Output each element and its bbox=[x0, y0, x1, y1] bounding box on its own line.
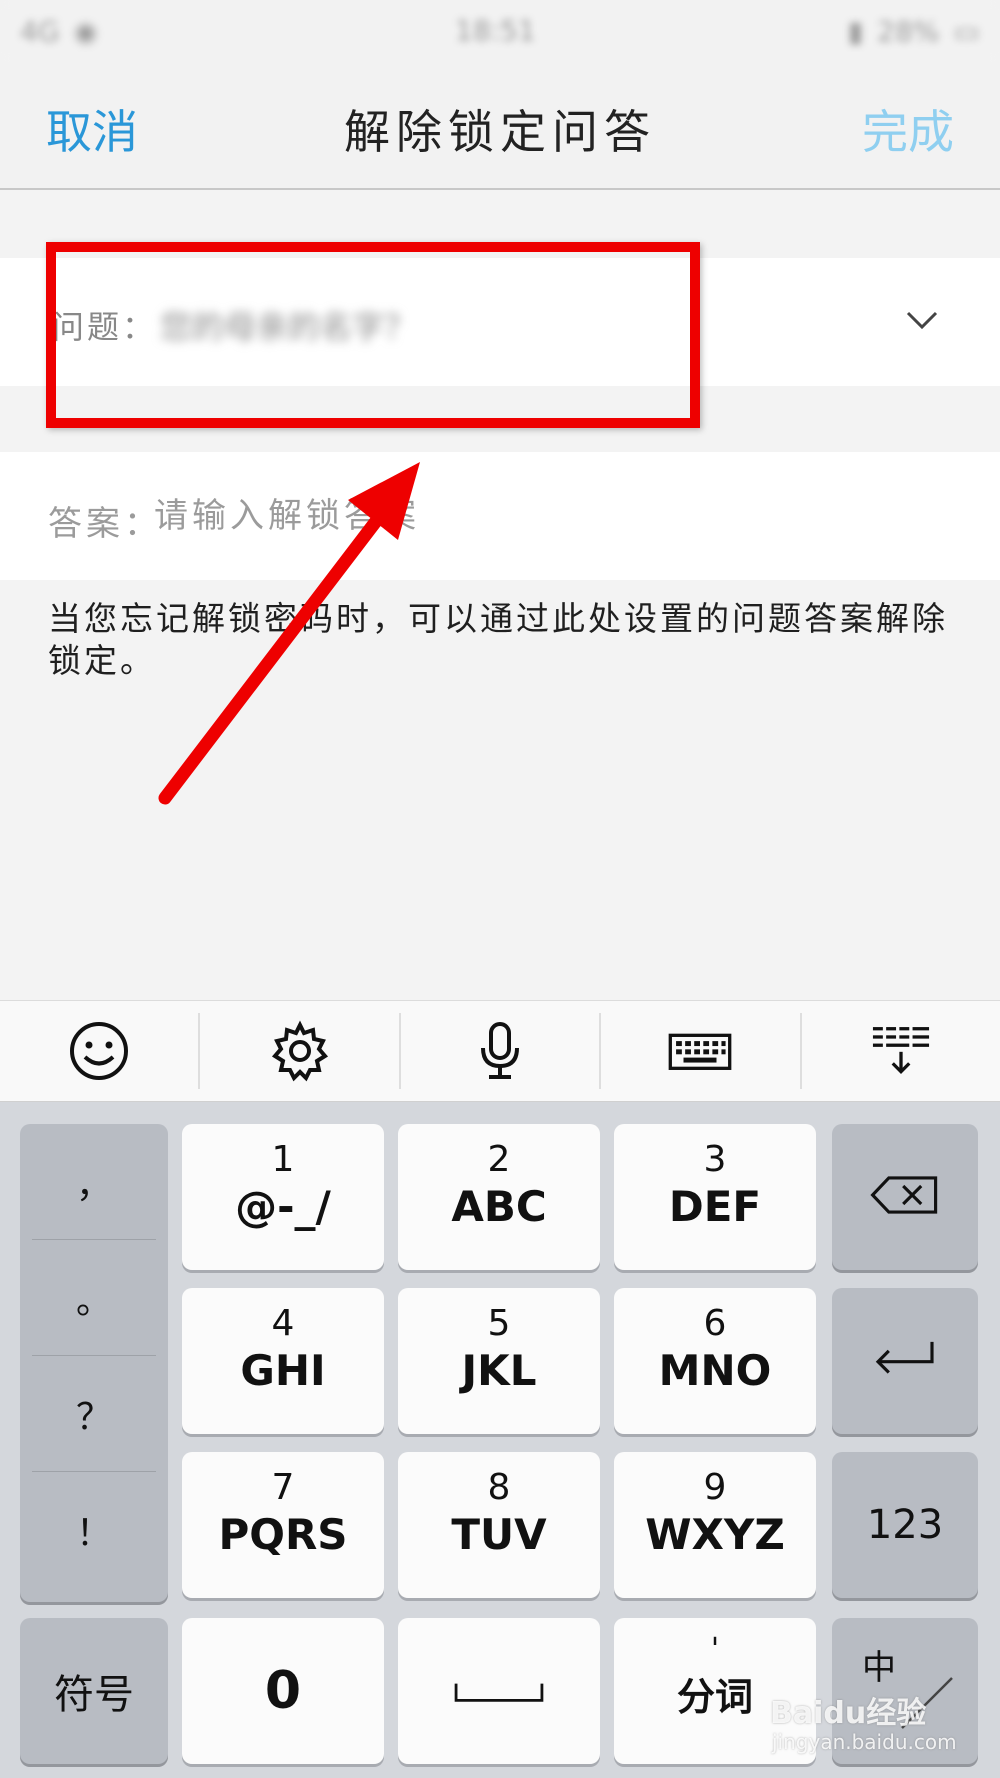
symbol-key[interactable]: 符号 bbox=[20, 1618, 168, 1764]
key-0-label: 0 bbox=[264, 1661, 302, 1721]
microphone-icon bbox=[481, 1022, 520, 1079]
key-letters: JKL bbox=[461, 1346, 537, 1395]
status-bar: 4G ◉ 18:51 ▮ 28% ▭ bbox=[0, 0, 1000, 62]
signal-icon: ▮ bbox=[847, 14, 864, 48]
settings-button[interactable] bbox=[200, 1013, 401, 1089]
key-2[interactable]: 2 ABC bbox=[398, 1124, 600, 1270]
keyboard-toolbar bbox=[0, 1000, 1000, 1102]
key-1[interactable]: 1 @-_/ bbox=[182, 1124, 384, 1270]
highlight-box bbox=[46, 242, 700, 428]
key-period[interactable]: 。 bbox=[32, 1240, 156, 1356]
key-number: 8 bbox=[487, 1467, 511, 1508]
key-number: 1 bbox=[271, 1139, 295, 1180]
hint-text: 当您忘记解锁密码时，可以通过此处设置的问题答案解除锁定。 bbox=[48, 599, 948, 680]
key-letters: ABC bbox=[451, 1182, 547, 1231]
key-letters: GHI bbox=[240, 1346, 326, 1395]
key-number: 5 bbox=[487, 1303, 511, 1344]
enter-icon bbox=[875, 1341, 934, 1374]
key-4[interactable]: 4 GHI bbox=[182, 1288, 384, 1434]
key-number: 6 bbox=[703, 1303, 727, 1344]
key-exclamation[interactable]: ！ bbox=[32, 1472, 156, 1588]
key-8[interactable]: 8 TUV bbox=[398, 1452, 600, 1598]
status-left: 4G ◉ bbox=[20, 15, 98, 48]
chevron-down-icon[interactable] bbox=[902, 300, 942, 340]
nav-bar: 取消 解除锁定问答 完成 bbox=[0, 62, 1000, 190]
key-letters: @-_/ bbox=[235, 1182, 331, 1231]
key-7[interactable]: 7 PQRS bbox=[182, 1452, 384, 1598]
collapse-keyboard-button[interactable] bbox=[802, 1013, 1000, 1089]
numeric-switch-key[interactable]: 123 bbox=[832, 1452, 978, 1598]
segment-mark: ' bbox=[710, 1632, 720, 1667]
key-letters: DEF bbox=[668, 1182, 762, 1231]
key-question[interactable]: ？ bbox=[32, 1356, 156, 1472]
keyboard-icon bbox=[669, 1033, 732, 1070]
key-letters: MNO bbox=[658, 1346, 772, 1395]
battery-text: 28% bbox=[877, 14, 940, 48]
answer-label: 答案： bbox=[48, 504, 162, 544]
page-title: 解除锁定问答 bbox=[344, 105, 656, 159]
collapse-keyboard-icon bbox=[872, 1027, 929, 1074]
key-letters: TUV bbox=[451, 1510, 547, 1559]
key-number: 3 bbox=[703, 1139, 727, 1180]
wifi-icon: ◉ bbox=[73, 14, 98, 48]
key-letters: PQRS bbox=[218, 1510, 348, 1559]
answer-row: 答案： bbox=[0, 452, 1000, 580]
key-number: 9 bbox=[703, 1467, 727, 1508]
key-5[interactable]: 5 JKL bbox=[398, 1288, 600, 1434]
key-3[interactable]: 3 DEF bbox=[614, 1124, 816, 1270]
punctuation-column: ， 。 ？ ！ bbox=[20, 1124, 168, 1602]
keyboard: ， 。 ？ ！ 1 @-_/ 2 ABC 3 DEF 4 GHI 5 JKL 6… bbox=[0, 1102, 1000, 1778]
answer-input[interactable] bbox=[152, 488, 552, 544]
keyboard-switch-button[interactable] bbox=[601, 1013, 802, 1089]
key-comma[interactable]: ， bbox=[32, 1124, 156, 1240]
space-key[interactable] bbox=[398, 1618, 600, 1764]
carrier-text: 4G bbox=[20, 14, 60, 48]
numeric-switch-label: 123 bbox=[866, 1502, 944, 1548]
backspace-icon bbox=[870, 1176, 938, 1214]
done-button[interactable]: 完成 bbox=[862, 96, 954, 162]
emoji-icon bbox=[70, 1022, 129, 1080]
backspace-key[interactable] bbox=[832, 1124, 978, 1270]
key-0[interactable]: 0 bbox=[182, 1618, 384, 1764]
space-icon bbox=[454, 1683, 544, 1702]
enter-key[interactable] bbox=[832, 1288, 978, 1434]
gear-icon bbox=[271, 1020, 328, 1082]
key-number: 2 bbox=[487, 1139, 511, 1180]
emoji-button[interactable] bbox=[0, 1013, 201, 1089]
voice-button[interactable] bbox=[401, 1013, 602, 1089]
key-9[interactable]: 9 WXYZ bbox=[614, 1452, 816, 1598]
symbol-key-label: 符号 bbox=[54, 1672, 134, 1718]
watermark-logo: Baidu经验 bbox=[770, 1696, 927, 1731]
key-letters: WXYZ bbox=[645, 1510, 785, 1559]
status-time: 18:51 bbox=[455, 14, 536, 47]
status-right: ▮ 28% ▭ bbox=[848, 15, 980, 48]
key-number: 4 bbox=[271, 1303, 295, 1344]
watermark-url: jingyan.baidu.com bbox=[772, 1730, 957, 1754]
key-6[interactable]: 6 MNO bbox=[614, 1288, 816, 1434]
key-number: 7 bbox=[271, 1467, 295, 1508]
battery-icon: ▭ bbox=[953, 14, 980, 48]
